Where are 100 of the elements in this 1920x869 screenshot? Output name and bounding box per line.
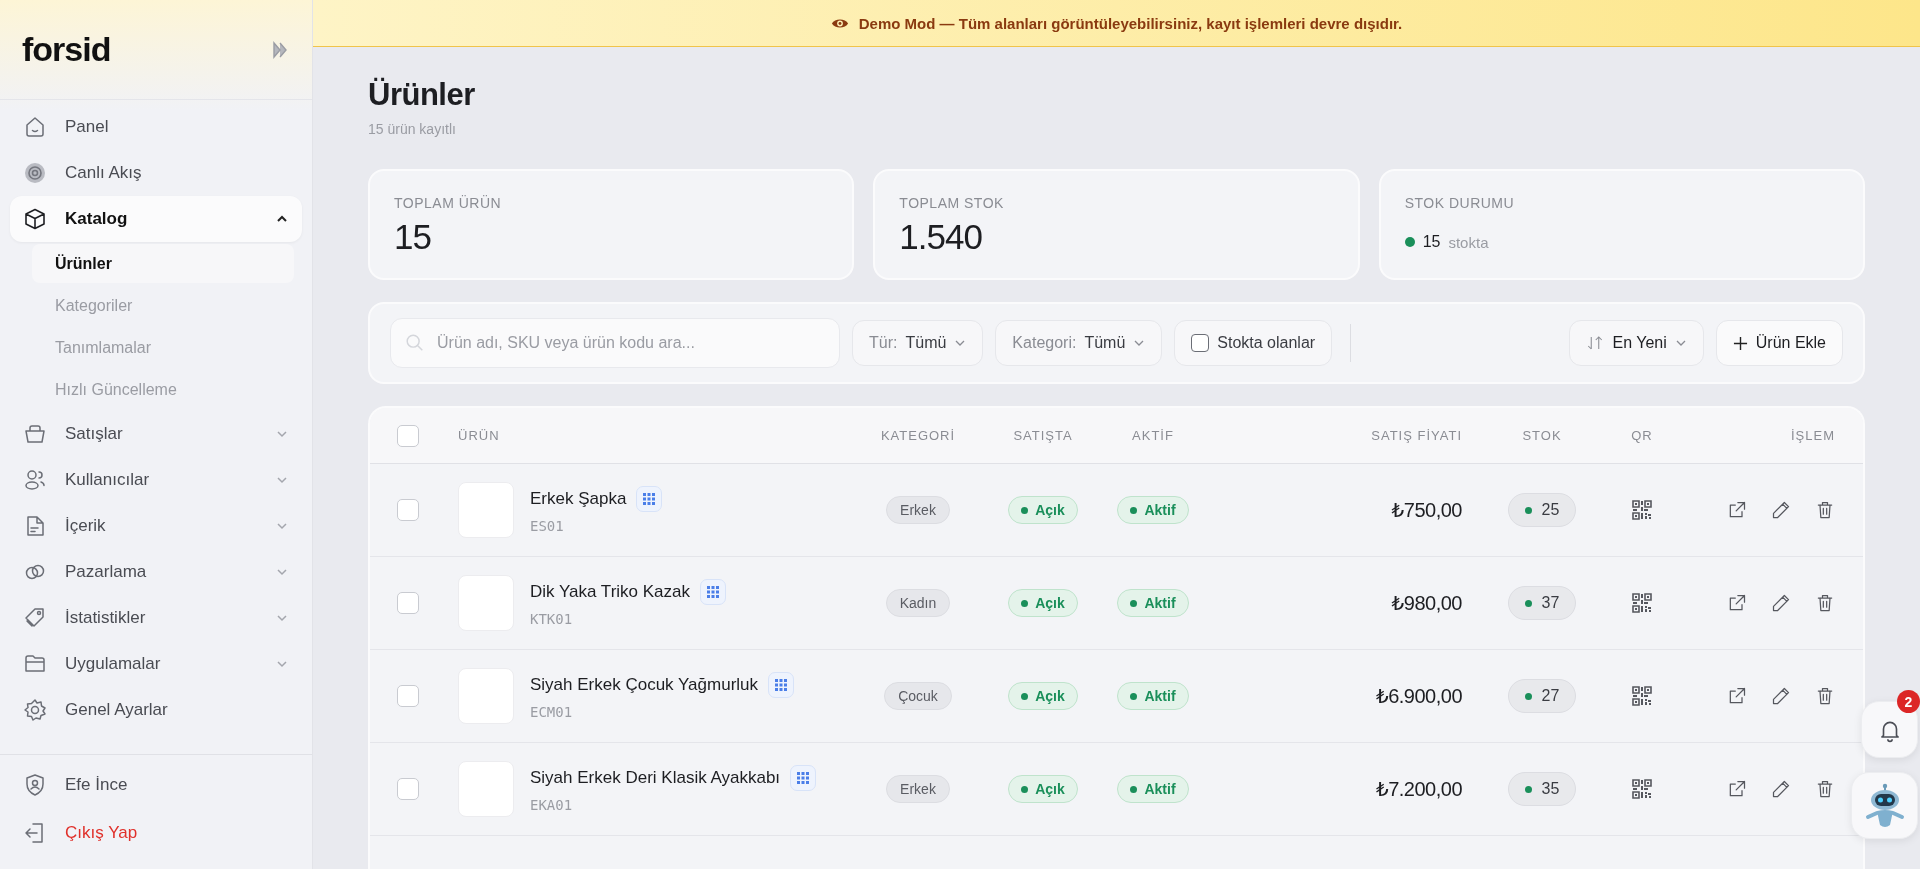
- product-name[interactable]: Siyah Erkek Deri Klasik Ayakkabı: [530, 768, 781, 788]
- filter-dropdown[interactable]: Tür: Tümü: [852, 320, 984, 366]
- stat-label: STOK DURUMU: [1404, 195, 1516, 211]
- column-header: AKTİF: [1131, 428, 1175, 443]
- price: ₺6.900,00: [1374, 684, 1463, 708]
- external-link-icon[interactable]: [1727, 686, 1747, 706]
- stat-caption: stokta: [1448, 233, 1489, 251]
- users-icon: [23, 468, 47, 492]
- logo: forsid: [22, 30, 111, 69]
- pencil-icon[interactable]: [1771, 593, 1791, 613]
- column-header: SATIŞTA: [1012, 428, 1074, 443]
- nav-item[interactable]: Panel: [10, 104, 302, 150]
- search-icon: [404, 332, 426, 354]
- column-header: SATIŞ FİYATI: [1370, 428, 1463, 443]
- product-sku: KTK01: [530, 611, 574, 627]
- stat-value: 15: [1422, 233, 1441, 251]
- column-header: STOK: [1521, 428, 1563, 443]
- sale-status-badge: Açık: [1008, 682, 1078, 710]
- filter-dropdown[interactable]: Kategori: Tümü: [995, 320, 1163, 366]
- stat-value: 15: [394, 217, 432, 257]
- status-dot: [1404, 237, 1415, 247]
- nav-item[interactable]: Canlı Akış: [10, 150, 302, 196]
- price: ₺980,00: [1390, 591, 1463, 615]
- qr-code-icon[interactable]: [1632, 686, 1652, 706]
- record-count: 15 ürün kayıtlı: [368, 121, 457, 137]
- qr-code-icon[interactable]: [1632, 779, 1652, 799]
- product-name[interactable]: Dik Yaka Triko Kazak: [530, 582, 690, 602]
- plus-icon: [1732, 335, 1748, 351]
- nav-item[interactable]: İstatistikler: [10, 595, 302, 641]
- qr-code-icon[interactable]: [1632, 500, 1652, 520]
- stock-badge: 27: [1507, 679, 1577, 713]
- row-checkbox[interactable]: [397, 499, 419, 521]
- sale-status-badge: Açık: [1008, 589, 1078, 617]
- stock-badge: 37: [1507, 586, 1577, 620]
- sort-arrows-icon: [1586, 334, 1605, 352]
- column-header: QR: [1630, 428, 1654, 443]
- qr-code-icon[interactable]: [1632, 593, 1652, 613]
- checkbox[interactable]: [1191, 334, 1210, 352]
- sort-dropdown[interactable]: En Yeni: [1569, 320, 1704, 366]
- row-checkbox[interactable]: [397, 424, 419, 447]
- nav-subitem[interactable]: Ürünler: [32, 244, 294, 283]
- product-name[interactable]: Siyah Erkek Çocuk Yağmurluk: [530, 675, 759, 695]
- external-link-icon[interactable]: [1727, 500, 1747, 520]
- product-name[interactable]: Erkek Şapka: [530, 489, 627, 509]
- category-tag: Kadın: [885, 589, 951, 617]
- logout-link[interactable]: Çıkış Yap: [10, 809, 302, 857]
- pencil-icon[interactable]: [1771, 686, 1791, 706]
- demo-mode-message: Demo Mod — Tüm alanları görüntüleyebilirsiniz, kayıt işlemleri devre dışıdır.: [858, 14, 1403, 32]
- chevron-down-icon: [276, 658, 288, 670]
- chevron-down-icon: [276, 612, 288, 624]
- chevron-down-icon: [276, 428, 288, 440]
- trash-icon[interactable]: [1815, 779, 1835, 799]
- stat-label: TOPLAM STOK: [899, 195, 1005, 211]
- column-header: ÜRÜN: [457, 428, 501, 443]
- product-sku: ECM01: [530, 704, 574, 720]
- radar-icon: [23, 161, 47, 185]
- user-profile[interactable]: Efe İnce: [10, 761, 302, 809]
- page-title: Ürünler: [368, 77, 476, 113]
- nav-item[interactable]: İçerik: [10, 503, 302, 549]
- trash-icon[interactable]: [1815, 500, 1835, 520]
- gear-icon: [23, 698, 47, 722]
- tag-icon: [23, 606, 47, 630]
- chevron-down-icon: [276, 474, 288, 486]
- row-checkbox[interactable]: [397, 685, 419, 707]
- row-checkbox[interactable]: [397, 778, 419, 800]
- house-icon: [23, 115, 47, 139]
- nav-item[interactable]: Kullanıcılar: [10, 457, 302, 503]
- nav-item[interactable]: Satışlar: [10, 411, 302, 457]
- dot-grid-icon: [797, 772, 810, 784]
- sale-status-badge: Açık: [1008, 775, 1078, 803]
- column-header: KATEGORİ: [879, 428, 957, 443]
- pencil-icon[interactable]: [1771, 500, 1791, 520]
- pencil-icon[interactable]: [1771, 779, 1791, 799]
- trash-icon[interactable]: [1815, 686, 1835, 706]
- external-link-icon[interactable]: [1727, 779, 1747, 799]
- external-link-icon[interactable]: [1727, 593, 1747, 613]
- in-stock-filter[interactable]: Stokta olanlar: [1174, 320, 1333, 366]
- row-checkbox[interactable]: [397, 592, 419, 614]
- dot-grid-icon: [707, 586, 719, 598]
- nav-item[interactable]: Uygulamalar: [10, 641, 302, 687]
- dot-grid-icon: [643, 493, 656, 505]
- sale-status-badge: Açık: [1008, 496, 1078, 524]
- active-status-badge: Aktif: [1117, 682, 1189, 710]
- nav-item[interactable]: Genel Ayarlar: [10, 687, 302, 733]
- category-tag: Çocuk: [884, 682, 952, 710]
- chevron-down-icon: [276, 520, 288, 532]
- chevron-down-icon: [276, 566, 288, 578]
- search-field[interactable]: Ürün adı, SKU veya ürün kodu ara...: [390, 318, 840, 368]
- notification-count: 2: [1897, 690, 1920, 713]
- stock-badge: 25: [1507, 493, 1577, 527]
- stat-label: TOPLAM ÜRÜN: [394, 195, 503, 211]
- robot-icon: [1864, 782, 1905, 829]
- trash-icon[interactable]: [1815, 593, 1835, 613]
- add-product-button[interactable]: Ürün Ekle: [1715, 320, 1843, 366]
- basket-icon: [23, 422, 47, 446]
- active-status-badge: Aktif: [1117, 496, 1189, 524]
- nav-item[interactable]: Katalog: [10, 196, 302, 242]
- assistant-button[interactable]: [1851, 772, 1918, 839]
- nav-item[interactable]: Pazarlama: [10, 549, 302, 595]
- eye-icon: [830, 16, 849, 30]
